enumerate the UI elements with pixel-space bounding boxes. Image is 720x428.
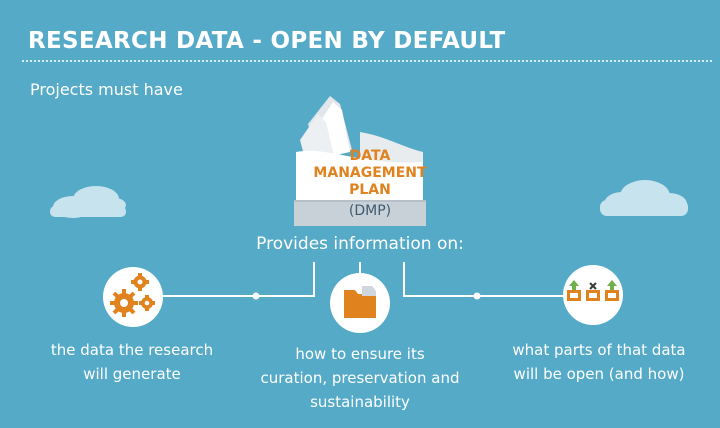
document-title: DATA MANAGEMENT PLAN <box>296 148 444 199</box>
caption-line: curation, preservation and <box>260 369 460 387</box>
cloud-right-icon <box>600 180 688 216</box>
item-caption-open: what parts of that data will be open (an… <box>488 338 710 386</box>
open-boxes-icon <box>563 265 623 325</box>
caption-line: the data the research <box>50 341 214 359</box>
page-title: RESEARCH DATA - OPEN BY DEFAULT <box>28 28 506 54</box>
caption-line: sustainability <box>310 393 410 411</box>
item-caption-data: the data the research will generate <box>22 338 242 386</box>
document-title-line: DATA <box>349 148 391 164</box>
document-abbreviation: (DMP) <box>348 203 392 219</box>
caption-line: how to ensure its <box>295 345 425 363</box>
cloud-left-icon <box>50 186 126 218</box>
caption-line: will be open (and how) <box>513 365 685 383</box>
gears-icon <box>103 267 163 327</box>
connector-dot-right <box>473 292 481 300</box>
intro-text: Projects must have <box>30 80 183 99</box>
item-caption-curation: how to ensure its curation, preservation… <box>250 342 470 414</box>
folder-icon <box>330 273 390 333</box>
caption-line: will generate <box>83 365 181 383</box>
connector-label: Provides information on: <box>256 234 464 254</box>
title-divider <box>22 60 712 62</box>
connector-dot-left <box>252 292 260 300</box>
caption-line: what parts of that data <box>512 341 686 359</box>
document-title-line: PLAN <box>349 182 391 198</box>
document-title-line: MANAGEMENT <box>313 165 427 181</box>
infographic: RESEARCH DATA - OPEN BY DEFAULT Projects… <box>0 0 720 428</box>
